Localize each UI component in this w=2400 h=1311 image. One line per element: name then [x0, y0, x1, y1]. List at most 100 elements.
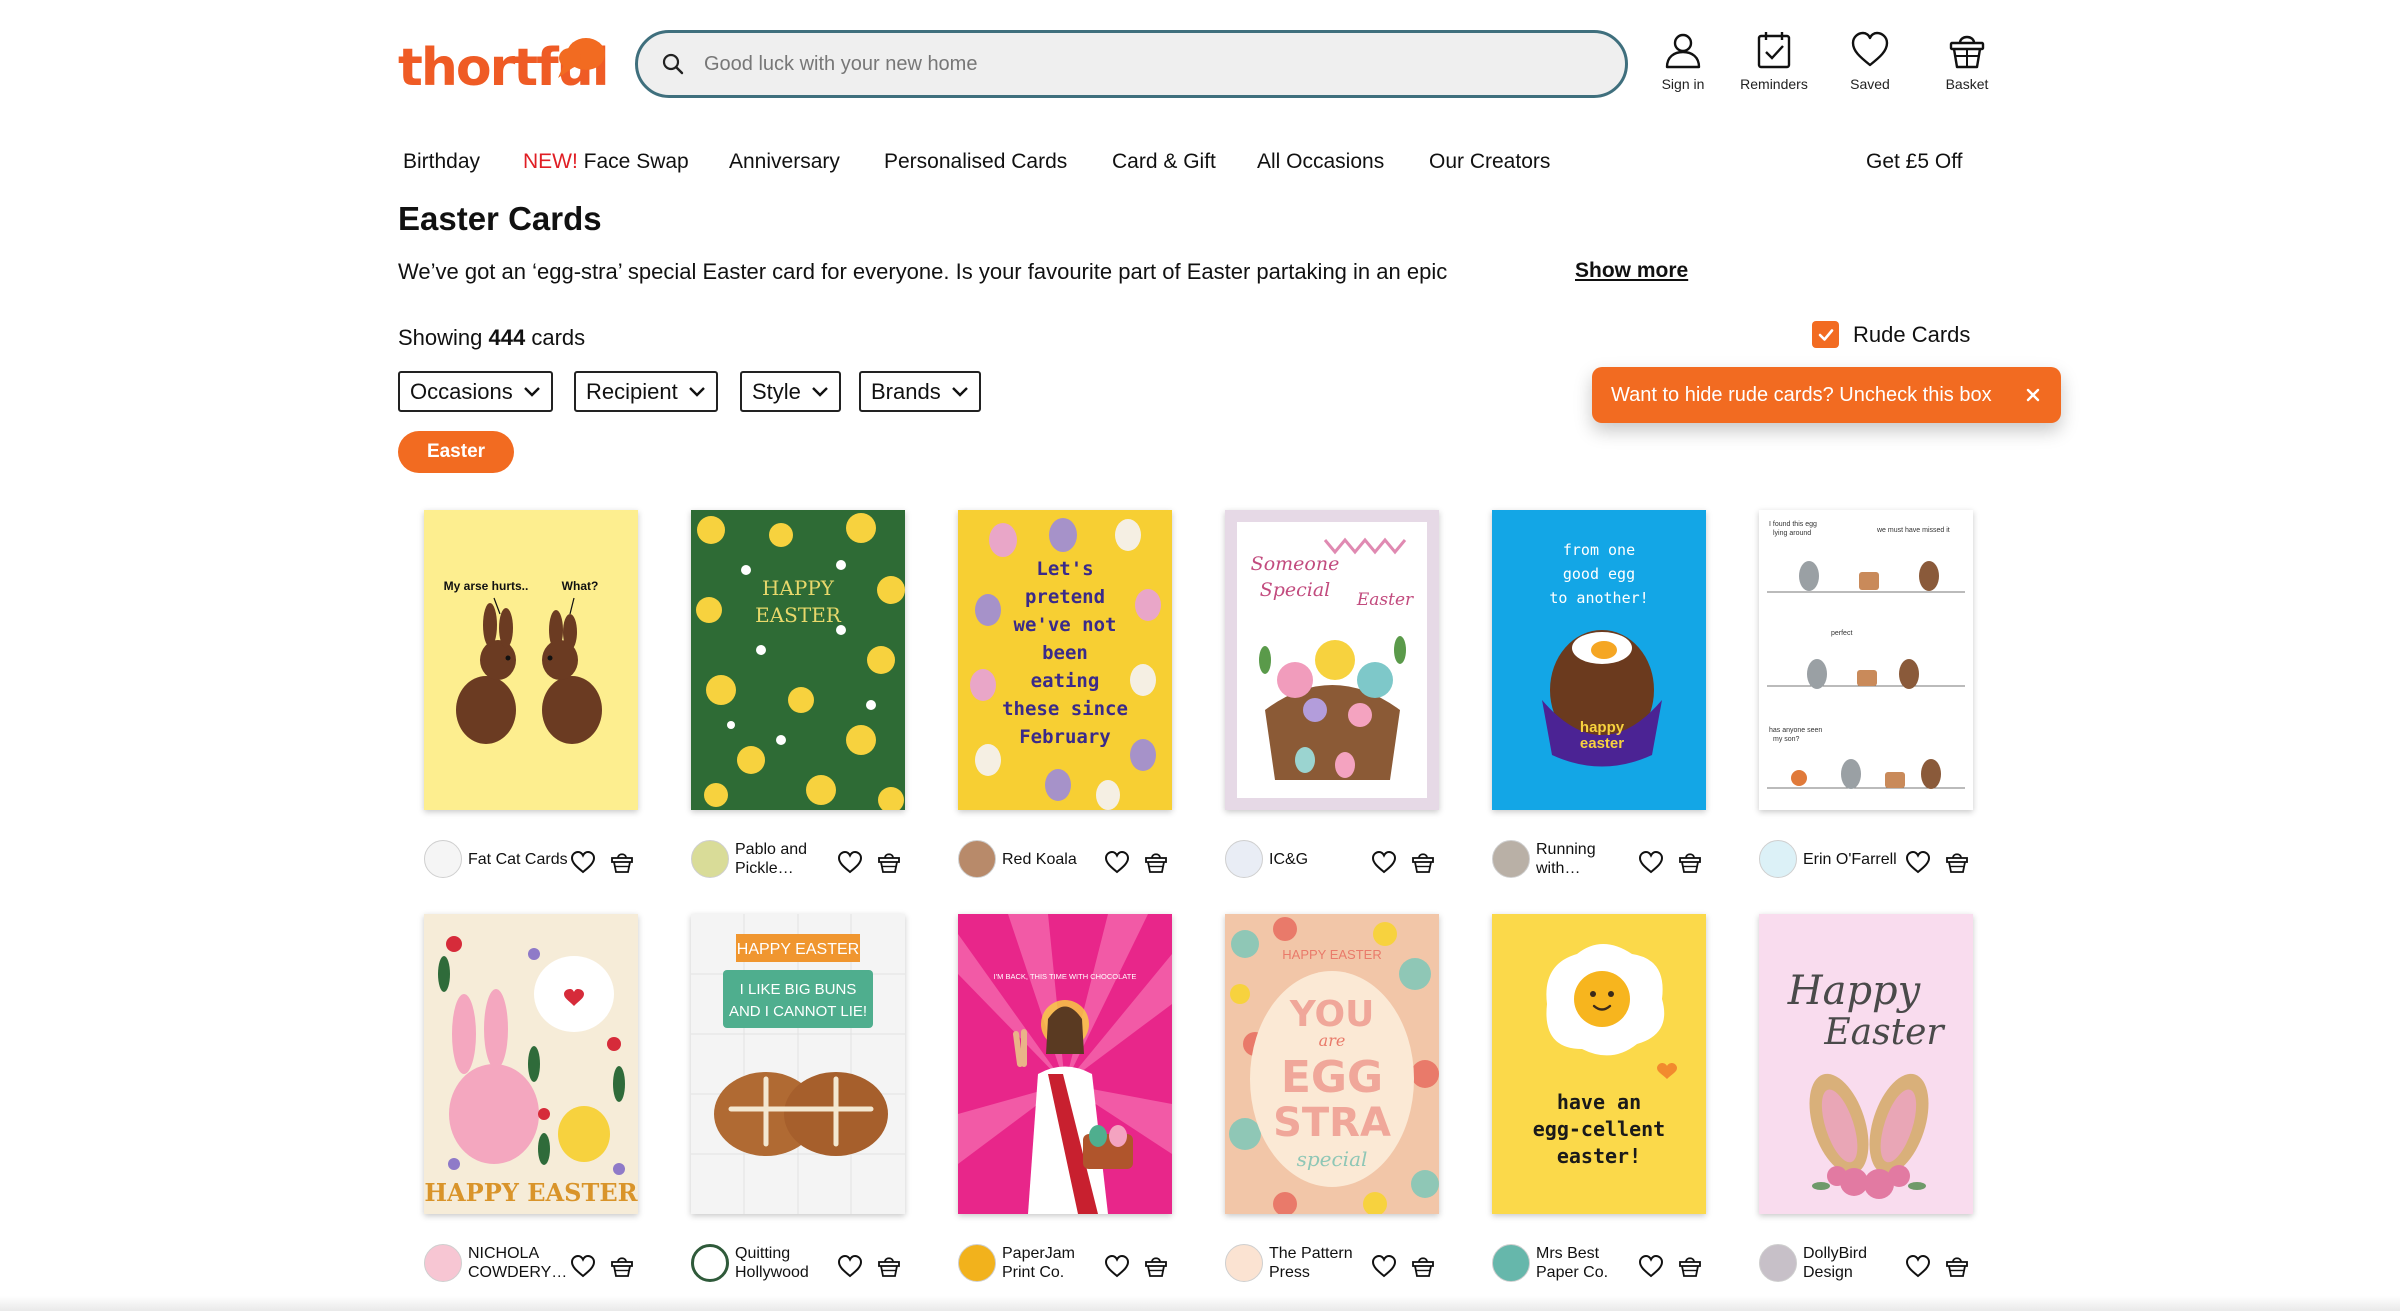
nav-birthday[interactable]: Birthday	[403, 150, 480, 174]
creator-name[interactable]: Pablo and Pickle…	[735, 840, 841, 878]
thortful-logo[interactable]: thortful	[398, 30, 610, 100]
card-tile[interactable]: Let's pretend we've not been eating thes…	[958, 510, 1184, 900]
card-tile[interactable]: HAPPY EASTER YOU are EGG STRA special Th…	[1225, 914, 1451, 1304]
nav-our-creators[interactable]: Our Creators	[1429, 150, 1550, 174]
card-tile[interactable]: have an egg-cellent easter! Mrs Best Pap…	[1492, 914, 1718, 1304]
heart-icon[interactable]	[837, 1254, 863, 1278]
card-image[interactable]: Let's pretend we've not been eating thes…	[958, 510, 1172, 810]
creator-avatar[interactable]	[1759, 1244, 1797, 1282]
basket-icon[interactable]	[1411, 850, 1435, 874]
reminders-button[interactable]: Reminders	[1729, 30, 1819, 92]
card-image[interactable]: My arse hurts.. What?	[424, 510, 638, 810]
basket-icon[interactable]	[610, 1254, 634, 1278]
card-image[interactable]: HAPPY EASTER	[691, 510, 905, 810]
basket-icon[interactable]	[610, 850, 634, 874]
nav-promo[interactable]: Get £5 Off	[1866, 150, 1963, 174]
card-image[interactable]: I'M BACK, THIS TIME WITH CHOCOLATE	[958, 914, 1172, 1214]
basket-icon[interactable]	[1144, 1254, 1168, 1278]
basket-icon[interactable]	[1411, 1254, 1435, 1278]
heart-icon[interactable]	[1905, 850, 1931, 874]
creator-name[interactable]: Fat Cat Cards	[468, 850, 574, 869]
card-text: perfect	[1831, 630, 1852, 637]
heart-icon[interactable]	[1638, 1254, 1664, 1278]
show-more-link[interactable]: Show more	[1575, 259, 1688, 283]
creator-avatar[interactable]	[1225, 1244, 1263, 1282]
card-image[interactable]: Someone Special Easter	[1225, 510, 1439, 810]
saved-button[interactable]: Saved	[1825, 30, 1915, 92]
creator-name[interactable]: NICHOLA COWDERY…	[468, 1244, 574, 1282]
card-tile[interactable]: Someone Special Easter IC&G	[1225, 510, 1451, 900]
nav-face-swap[interactable]: NEW! Face Swap	[523, 150, 689, 174]
basket-button[interactable]: Basket	[1922, 30, 2012, 92]
creator-name[interactable]: Erin O'Farrell	[1803, 850, 1909, 869]
creator-avatar[interactable]	[691, 1244, 729, 1282]
creator-avatar[interactable]	[691, 840, 729, 878]
creator-name[interactable]: PaperJam Print Co.	[1002, 1244, 1108, 1282]
basket-icon[interactable]	[877, 850, 901, 874]
heart-icon[interactable]	[1104, 850, 1130, 874]
basket-icon[interactable]	[877, 1254, 901, 1278]
creator-name[interactable]: Running with…	[1536, 840, 1642, 878]
sign-in-button[interactable]: Sign in	[1638, 30, 1728, 92]
creator-name[interactable]: DollyBird Design	[1803, 1244, 1909, 1282]
basket-icon[interactable]	[1144, 850, 1168, 874]
heart-icon[interactable]	[837, 850, 863, 874]
creator-avatar[interactable]	[1759, 840, 1797, 878]
creator-avatar[interactable]	[1492, 1244, 1530, 1282]
creator-name[interactable]: The Pattern Press	[1269, 1244, 1375, 1282]
card-tile[interactable]: from one good egg to another! happy east…	[1492, 510, 1718, 900]
nav-anniversary[interactable]: Anniversary	[729, 150, 840, 174]
creator-name[interactable]: Red Koala	[1002, 850, 1108, 869]
nav-face-swap-label: Face Swap	[583, 150, 689, 173]
creator-avatar[interactable]	[1492, 840, 1530, 878]
creator-avatar[interactable]	[958, 840, 996, 878]
card-image[interactable]: have an egg-cellent easter!	[1492, 914, 1706, 1214]
creator-avatar[interactable]	[1225, 840, 1263, 878]
card-image[interactable]: Happy Easter	[1759, 914, 1973, 1214]
rude-cards-toggle[interactable]: Rude Cards	[1812, 321, 1970, 348]
card-image[interactable]: HAPPY EASTER I LIKE BIG BUNS AND I CANNO…	[691, 914, 905, 1214]
creator-avatar[interactable]	[958, 1244, 996, 1282]
card-image[interactable]: from one good egg to another! happy east…	[1492, 510, 1706, 810]
nav-card-and-gift[interactable]: Card & Gift	[1112, 150, 1216, 174]
heart-icon[interactable]	[1905, 1254, 1931, 1278]
search-input[interactable]	[704, 52, 1584, 76]
card-image[interactable]: HAPPY EASTER	[424, 914, 638, 1214]
creator-avatar[interactable]	[424, 1244, 462, 1282]
close-icon[interactable]	[2021, 383, 2045, 407]
basket-icon[interactable]	[1678, 850, 1702, 874]
card-image[interactable]: I found this egg lying around we must ha…	[1759, 510, 1973, 810]
creator-name[interactable]: Quitting Hollywood	[735, 1244, 841, 1282]
heart-icon[interactable]	[1638, 850, 1664, 874]
filter-occasions[interactable]: Occasions	[398, 371, 553, 412]
basket-icon[interactable]	[1945, 850, 1969, 874]
search-bar[interactable]	[635, 30, 1628, 98]
card-tile[interactable]: I found this egg lying around we must ha…	[1759, 510, 1985, 900]
heart-icon[interactable]	[1371, 850, 1397, 874]
filter-style[interactable]: Style	[740, 371, 841, 412]
filter-brands[interactable]: Brands	[859, 371, 981, 412]
active-filter-chip[interactable]: Easter	[398, 431, 514, 473]
heart-icon[interactable]	[570, 1254, 596, 1278]
filter-recipient[interactable]: Recipient	[574, 371, 718, 412]
card-tile[interactable]: Happy Easter DollyBird Design	[1759, 914, 1985, 1304]
hot-cross-buns-illustration: HAPPY EASTER I LIKE BIG BUNS AND I CANNO…	[691, 914, 905, 1214]
basket-icon[interactable]	[1945, 1254, 1969, 1278]
heart-icon[interactable]	[1104, 1254, 1130, 1278]
heart-icon[interactable]	[1371, 1254, 1397, 1278]
heart-icon[interactable]	[570, 850, 596, 874]
creator-name[interactable]: IC&G	[1269, 850, 1375, 869]
card-tile[interactable]: I'M BACK, THIS TIME WITH CHOCOLATE Paper…	[958, 914, 1184, 1304]
creator-name[interactable]: Mrs Best Paper Co.	[1536, 1244, 1642, 1282]
basket-icon[interactable]	[1678, 1254, 1702, 1278]
card-tile[interactable]: My arse hurts.. What? Fat Cat Cards	[424, 510, 650, 900]
page-bottom-shadow	[0, 1296, 2400, 1311]
card-tile[interactable]: HAPPY EASTER Pablo and Pickle…	[691, 510, 917, 900]
card-tile[interactable]: HAPPY EASTER I LIKE BIG BUNS AND I CANNO…	[691, 914, 917, 1304]
rude-cards-checkbox[interactable]	[1812, 321, 1839, 348]
nav-personalised-cards[interactable]: Personalised Cards	[884, 150, 1067, 174]
card-tile[interactable]: HAPPY EASTER NICHOLA COWDERY…	[424, 914, 650, 1304]
card-image[interactable]: HAPPY EASTER YOU are EGG STRA special	[1225, 914, 1439, 1214]
nav-all-occasions[interactable]: All Occasions	[1257, 150, 1384, 174]
creator-avatar[interactable]	[424, 840, 462, 878]
